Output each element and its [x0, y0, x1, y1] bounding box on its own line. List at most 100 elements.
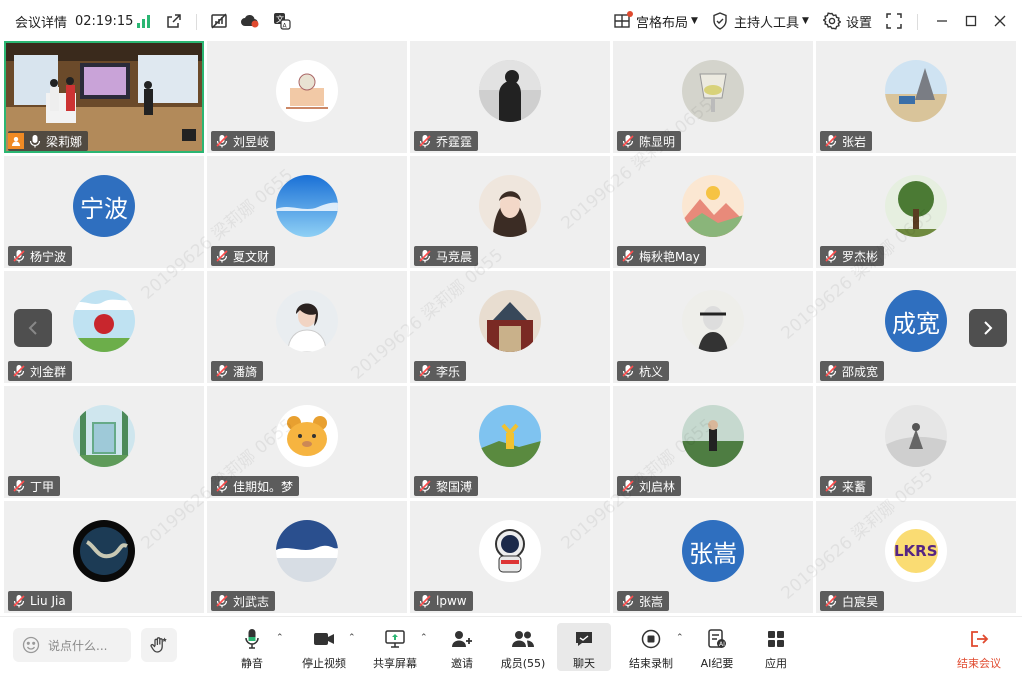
mute-options-caret-icon[interactable]: ⌃	[276, 633, 284, 643]
previous-page-button[interactable]	[14, 309, 52, 347]
end-recording-button[interactable]: 结束录制	[626, 623, 676, 671]
recording-options-caret-icon[interactable]: ⌃	[676, 633, 684, 643]
maximize-icon[interactable]	[961, 11, 981, 31]
invite-button[interactable]: 邀请	[447, 623, 477, 671]
raise-hand-button[interactable]	[141, 628, 177, 662]
divider	[917, 14, 918, 30]
shield-icon[interactable]	[710, 11, 730, 31]
grid-layout-icon[interactable]	[612, 11, 633, 31]
network-off-icon[interactable]	[209, 11, 229, 31]
participant-tile[interactable]: 梁莉娜	[4, 41, 204, 153]
host-tools-label: 主持人工具	[734, 15, 800, 31]
participant-name: 张岩	[842, 134, 867, 149]
participant-tile[interactable]: 刘武志	[207, 501, 407, 613]
participant-tile[interactable]: Liu Jia	[4, 501, 204, 613]
popout-icon[interactable]	[164, 11, 184, 31]
participant-tile[interactable]: 李乐	[410, 271, 610, 383]
participant-nameplate: 佳期如。梦	[211, 476, 300, 496]
participant-nameplate: 邵成宽	[820, 361, 885, 381]
end-meeting-button[interactable]: 结束会议	[955, 623, 1003, 671]
end-recording-label: 结束录制	[629, 657, 673, 670]
microphone-muted-icon	[824, 364, 838, 378]
chat-quick-input[interactable]: 说点什么...	[13, 628, 131, 662]
avatar	[479, 520, 541, 582]
chat-label: 聊天	[573, 657, 595, 670]
emoji-icon[interactable]	[22, 636, 40, 654]
participant-name: 杭义	[639, 364, 664, 379]
participant-nameplate: 杭义	[617, 361, 670, 381]
participant-nameplate: 潘旖	[211, 361, 264, 381]
participant-tile[interactable]: 张岩	[816, 41, 1016, 153]
avatar	[276, 290, 338, 352]
fullscreen-icon[interactable]	[884, 11, 904, 31]
microphone-muted-icon	[621, 364, 635, 378]
avatar	[885, 60, 947, 122]
apps-button[interactable]: 应用	[763, 623, 789, 671]
participant-nameplate: 刘昱岐	[211, 131, 276, 151]
close-icon[interactable]	[990, 11, 1010, 31]
caption-translate-icon[interactable]: 文A	[272, 11, 292, 31]
raise-hand-icon	[150, 637, 167, 653]
ai-minutes-button[interactable]: AI AI纪要	[698, 623, 736, 671]
next-page-button[interactable]	[969, 309, 1007, 347]
stop-video-button[interactable]: 停止视频	[300, 623, 348, 671]
participant-name: 梁莉娜	[46, 134, 83, 149]
participant-name: 黎国溥	[436, 479, 473, 494]
signal-bars-icon[interactable]	[134, 11, 154, 31]
chat-button[interactable]: 聊天	[557, 623, 611, 671]
avatar	[276, 60, 338, 122]
members-icon	[511, 628, 535, 650]
layout-button[interactable]: 宫格布局 ▼	[636, 0, 698, 42]
participant-nameplate: 丁甲	[8, 476, 61, 496]
participant-tile[interactable]: 佳期如。梦	[207, 386, 407, 498]
participant-nameplate: 杨宁波	[8, 246, 73, 266]
microphone-muted-icon	[418, 594, 432, 608]
participant-tile[interactable]: 黎国溥	[410, 386, 610, 498]
microphone-muted-icon	[824, 594, 838, 608]
participant-tile[interactable]: 夏文财	[207, 156, 407, 268]
avatar	[479, 175, 541, 237]
participant-tile[interactable]: 潘旖	[207, 271, 407, 383]
participant-tile[interactable]: 陈显明	[613, 41, 813, 153]
participant-tile[interactable]: 乔霆霆	[410, 41, 610, 153]
avatar	[276, 520, 338, 582]
participant-tile[interactable]: 杭义	[613, 271, 813, 383]
participant-tile[interactable]: 宁波 杨宁波	[4, 156, 204, 268]
microphone-muted-icon	[621, 479, 635, 493]
participant-nameplate: 来蓄	[820, 476, 873, 496]
cloud-record-icon[interactable]	[240, 11, 260, 31]
participant-tile[interactable]: LKRS 白宸昊	[816, 501, 1016, 613]
participant-tile[interactable]: lpww	[410, 501, 610, 613]
participant-tile[interactable]: 张嵩 张嵩	[613, 501, 813, 613]
video-options-caret-icon[interactable]: ⌃	[348, 633, 356, 643]
add-user-icon	[451, 628, 473, 650]
meeting-details-link[interactable]: 会议详情	[15, 0, 67, 42]
participant-tile[interactable]: 来蓄	[816, 386, 1016, 498]
share-screen-button[interactable]: 共享屏幕	[371, 623, 419, 671]
participant-tile[interactable]: 刘启林	[613, 386, 813, 498]
avatar	[682, 175, 744, 237]
host-tools-button[interactable]: 主持人工具 ▼	[734, 0, 809, 42]
share-options-caret-icon[interactable]: ⌃	[420, 633, 428, 643]
microphone-muted-icon	[12, 594, 26, 608]
mute-label: 静音	[241, 657, 263, 670]
participant-nameplate: 乔霆霆	[414, 131, 479, 151]
participant-tile[interactable]: 马竞晨	[410, 156, 610, 268]
participant-name: 刘启林	[639, 479, 676, 494]
participant-tile[interactable]: 梅秋艳May	[613, 156, 813, 268]
meeting-toolbar: 说点什么... 静音 ⌃ 停止视频 ⌃ 共享屏幕 ⌃ 邀请 成员(55) 聊天 …	[0, 616, 1022, 677]
chat-placeholder: 说点什么...	[48, 638, 108, 653]
settings-button[interactable]: 设置	[846, 0, 872, 42]
camera-icon	[313, 628, 335, 650]
members-button[interactable]: 成员(55)	[500, 623, 546, 671]
participant-tile[interactable]: 丁甲	[4, 386, 204, 498]
mute-button[interactable]: 静音	[236, 623, 268, 671]
participant-name: 梅秋艳May	[639, 249, 700, 264]
avatar: 成宽	[885, 290, 947, 352]
gear-icon[interactable]	[822, 11, 842, 31]
participant-tile[interactable]: 刘昱岐	[207, 41, 407, 153]
minimize-icon[interactable]	[932, 11, 952, 31]
participant-nameplate: 马竞晨	[414, 246, 479, 266]
microphone-muted-icon	[418, 364, 432, 378]
participant-tile[interactable]: 罗杰彬	[816, 156, 1016, 268]
